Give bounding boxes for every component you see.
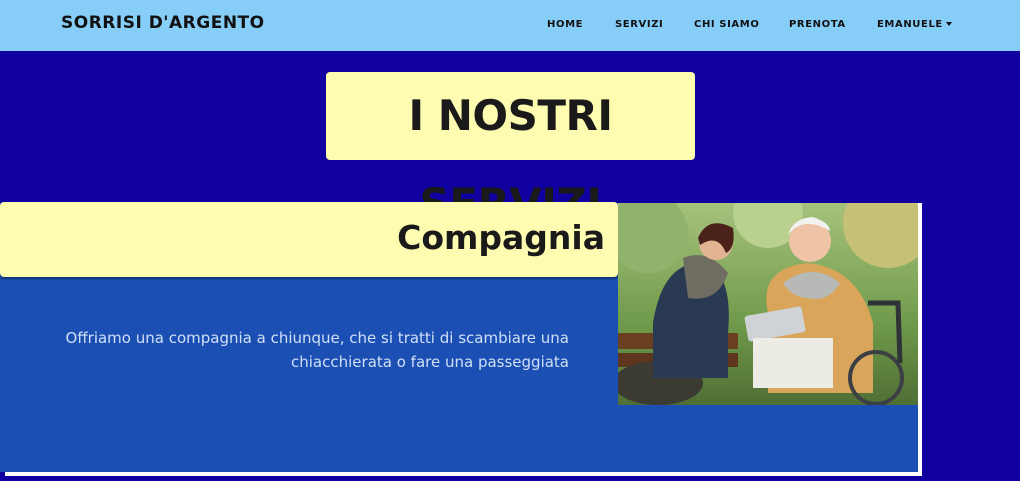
- navbar: SORRISI D'ARGENTO HOME SERVIZI CHI SIAMO…: [0, 0, 1020, 51]
- photo-illustration: [618, 203, 918, 405]
- brand-logo[interactable]: SORRISI D'ARGENTO: [61, 13, 265, 33]
- service-card-header: Compagnia: [0, 202, 618, 277]
- user-name: EMANUELE: [877, 19, 943, 30]
- service-description: Offriamo una compagnia a chiunque, che s…: [65, 329, 569, 371]
- caret-down-icon: [945, 22, 952, 26]
- card-border-bottom: [5, 472, 922, 476]
- nav-chi-siamo[interactable]: CHI SIAMO: [694, 19, 759, 30]
- nav-home[interactable]: HOME: [547, 19, 583, 30]
- service-photo: [618, 203, 918, 405]
- nav-prenota[interactable]: PRENOTA: [789, 19, 846, 30]
- card-border-right: [918, 203, 922, 476]
- service-title: Compagnia: [397, 218, 605, 257]
- page-title-box: I NOSTRI SERVIZI: [326, 72, 695, 228]
- nav-user-dropdown[interactable]: EMANUELE: [877, 19, 952, 30]
- nav-servizi[interactable]: SERVIZI: [615, 19, 663, 30]
